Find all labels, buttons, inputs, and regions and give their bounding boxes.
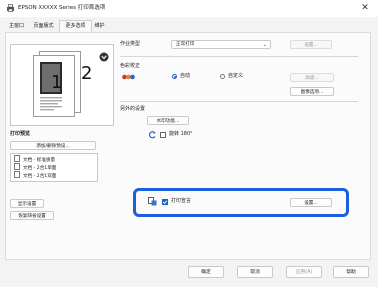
tab-main[interactable]: 主窗口 (5, 21, 28, 32)
print-stamp-label: 打印宣言 (171, 198, 192, 204)
document-icon (14, 171, 20, 178)
divider (120, 101, 358, 102)
tab-page-layout[interactable]: 页面版式 (29, 21, 58, 32)
list-item[interactable]: 文档 - 标准质量 (14, 155, 55, 163)
chevron-down-icon: ⌄ (262, 42, 267, 48)
divider (120, 56, 358, 57)
ok-button[interactable]: 确定 (188, 266, 224, 278)
printer-icon (7, 4, 14, 12)
cancel-button[interactable]: 取消 (237, 266, 273, 278)
print-stamp-checkbox[interactable] (162, 199, 168, 205)
page-number-1: 1 (51, 72, 63, 93)
title-bar: EPSON XXXXX Series 打印首选项 ✕ (0, 0, 378, 17)
rotate-checkbox[interactable] (160, 132, 166, 138)
list-item[interactable]: 文档 - 2合1双面 (14, 171, 56, 179)
show-settings-button[interactable]: 显示设置 (10, 199, 44, 208)
document-icon (14, 155, 20, 162)
check-circle-icon (99, 52, 109, 62)
watermark-button[interactable]: 水印功能... (147, 116, 189, 125)
add-remove-presets-button[interactable]: 添加/删除预设... (10, 141, 96, 150)
help-button[interactable]: 帮助 (333, 266, 369, 278)
image-options-button[interactable]: 图像选项... (290, 87, 334, 96)
close-icon[interactable]: ✕ (356, 1, 374, 15)
window-title: EPSON XXXXX Series 打印首选项 (18, 5, 106, 11)
tab-more-options[interactable]: 更多选项 (59, 20, 92, 32)
checkmark-icon (162, 200, 168, 205)
rotate-label: 旋转 180° (169, 131, 193, 137)
document-icon (14, 163, 20, 170)
page-number-2: 2 (81, 63, 93, 84)
job-type-settings-button[interactable]: 设置... (290, 40, 332, 49)
job-type-select[interactable]: 正常打印 ⌄ (171, 40, 271, 49)
list-item[interactable]: 文档 - 2合1单面 (14, 163, 56, 171)
apply-button[interactable]: 应用(A) (286, 266, 322, 278)
color-dots-icon (122, 74, 135, 80)
extra-settings-label: 另外的设置 (120, 106, 146, 112)
job-type-label: 作业类型 (120, 41, 141, 47)
print-preview-box: 1 2 (10, 44, 114, 126)
color-correction-label: 色彩校正 (120, 63, 141, 69)
print-preview-title: 打印预览 (10, 131, 31, 137)
restore-defaults-button[interactable]: 恢复缺省设置 (10, 211, 54, 220)
advanced-button[interactable]: 高级... (290, 73, 334, 82)
auto-radio[interactable] (172, 74, 177, 79)
auto-radio-label: 自动 (180, 73, 191, 79)
tab-maintenance[interactable]: 维护 (91, 21, 108, 32)
custom-radio[interactable] (220, 74, 225, 79)
preview-sheet-front: 1 (33, 55, 75, 117)
print-stamp-settings-button[interactable]: 设置... (290, 198, 332, 207)
stamp-icon (148, 197, 157, 206)
print-preferences-window: EPSON XXXXX Series 打印首选项 ✕ 主窗口 页面版式 更多选项… (0, 0, 378, 287)
preset-list: 文档 - 标准质量 文档 - 2合1单面 文档 - 2合1双面 (10, 153, 98, 182)
rotate-icon (149, 131, 156, 139)
custom-radio-label: 自定义 (228, 73, 244, 79)
